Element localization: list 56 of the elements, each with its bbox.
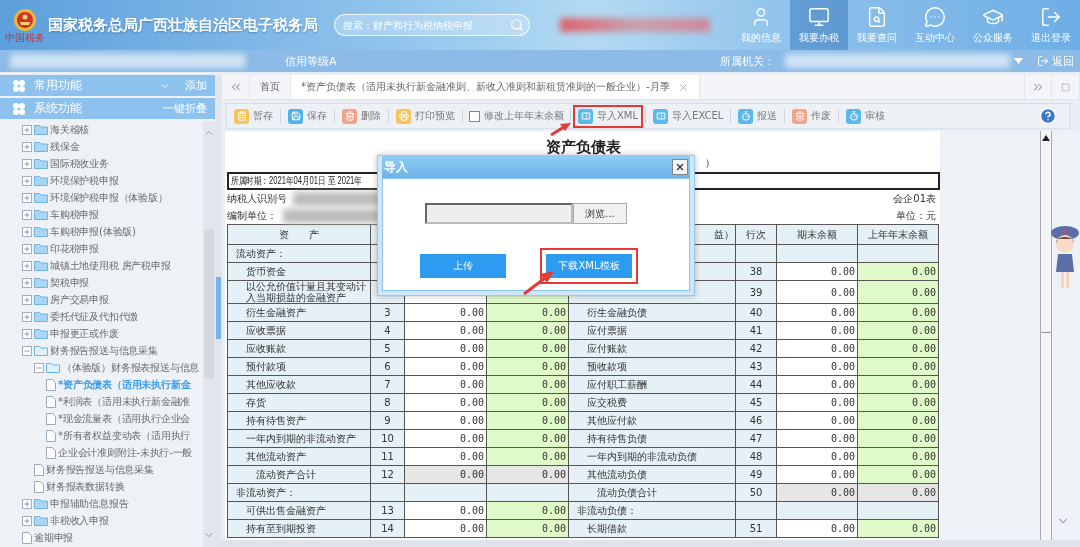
form-code: 会企01表 [893, 191, 936, 206]
tree-item[interactable]: 环境保护税申报（体验版） [50, 190, 168, 205]
tree-item[interactable]: 房产交易申报 [50, 292, 109, 307]
credit-level: 信用等级A [285, 53, 337, 69]
toolbar-button[interactable]: 暂存 [229, 104, 278, 128]
tree-item[interactable]: 财务报告报送与信息采集 [50, 343, 158, 358]
toolbar-button[interactable]: 报送 [733, 104, 783, 128]
unit-label: 编制单位： [227, 208, 277, 223]
unit-text: 单位：元 [896, 208, 936, 223]
report-subtitle: ） [705, 157, 715, 168]
logo-caption: 中国税务 [5, 31, 45, 43]
tree-item[interactable]: 车购税申报 [50, 207, 99, 222]
tree-item[interactable]: *利润表（适用未执行新金融准 [58, 394, 191, 409]
tree-item[interactable]: 申报辅助信息报告 [50, 496, 129, 511]
browse-button[interactable]: 浏览... [573, 203, 627, 224]
tree-item[interactable]: 非税收入申报 [50, 513, 109, 528]
toolbar-button[interactable]: 导入XML [573, 104, 644, 128]
column-header: 资 产 [227, 224, 371, 245]
toolbar-button[interactable]: 删除 [337, 104, 386, 128]
tree-item[interactable]: *现金流量表（适用执行企业会 [58, 411, 191, 426]
column-header: 期末余额 [776, 224, 858, 245]
tree-item[interactable]: （体验版）财务报表报送与信息 [62, 360, 200, 375]
toolbar-button[interactable]: 审核 [841, 104, 891, 128]
site-title: 国家税务总局广西壮族自治区电子税务局 [48, 15, 318, 35]
tree-item[interactable]: 环境保护税申报 [50, 173, 119, 188]
report-title: 资产负债表 [546, 138, 621, 156]
toolbar-button[interactable]: 打印预览 [391, 104, 460, 128]
section-title: 系统功能 [34, 100, 82, 117]
toolbar-button[interactable]: 导入EXCEL [648, 104, 729, 128]
tree-item[interactable]: 车购税申报(体验版) [50, 224, 136, 239]
tree-item[interactable]: 国际税收业务 [50, 156, 109, 171]
tree-item[interactable]: 财务报表数据转换 [46, 479, 125, 494]
search-field[interactable]: 搜索：财产和行为税纳税申报 [334, 14, 530, 36]
section-title: 常用功能 [34, 77, 82, 94]
tree-item[interactable]: 契税申报 [50, 275, 90, 290]
column-header: 行次 [735, 224, 777, 245]
tree-item[interactable]: 逾期申报 [34, 530, 74, 545]
tree-item[interactable]: *所有者权益变动表（适用执行 [58, 428, 191, 443]
tree-item[interactable]: 委托代征及代扣代缴 [50, 309, 139, 324]
tree-item[interactable]: 财务报告报送与信息采集 [46, 462, 154, 477]
dialog-title: 导入 [384, 158, 408, 176]
table-cell: 以公允价值计量且其变动计入当期损益的金融资产 [227, 280, 371, 304]
checkbox-option[interactable]: 修改上年年末余额 [465, 109, 568, 123]
toolbar-button[interactable]: 作废 [787, 104, 837, 128]
tree-item[interactable]: 海关稽核 [50, 122, 90, 137]
period-text: 所属时期：2021年04月01日 至 2021年 [231, 174, 362, 188]
taxpayer-label: 纳税人识别号 [227, 191, 287, 206]
column-header: 上年年末余额 [857, 224, 939, 245]
authority-label: 所属机关： [720, 53, 775, 69]
tab[interactable]: *资产负债表（适用未执行新金融准则、新收入准则和新租赁准则的一般企业）-月季 [291, 75, 700, 99]
tree-item[interactable]: 残保金 [50, 139, 80, 154]
tree-item[interactable]: 印花税申报 [50, 241, 99, 256]
tree-item[interactable]: 企业会计准则附注-未执行-一般 [58, 445, 193, 460]
toolbar-button[interactable]: 保存 [283, 104, 332, 128]
tree-item[interactable]: 申报更正或作废 [50, 326, 119, 341]
tree-item[interactable]: 城镇土地使用税 房产税申报 [50, 258, 171, 273]
